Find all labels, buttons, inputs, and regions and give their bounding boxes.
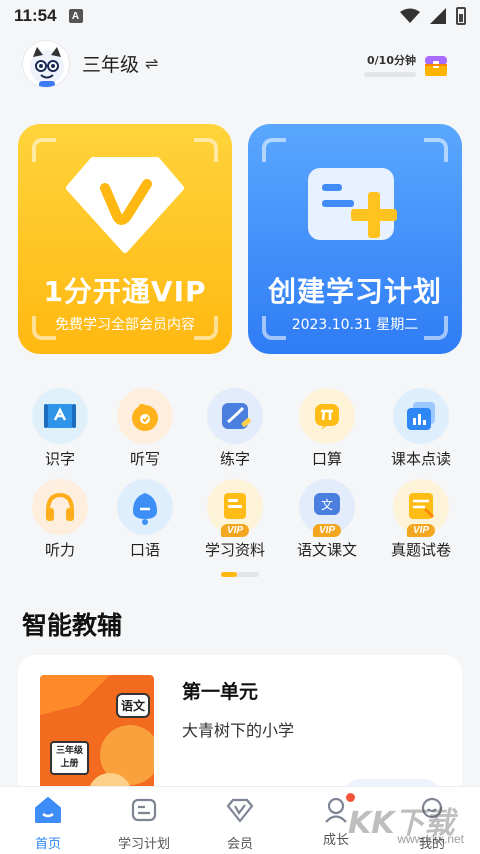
book-grade-line: 上册 xyxy=(60,759,79,769)
page-indicator-active xyxy=(221,572,237,577)
vip-badge: VIP xyxy=(312,524,342,537)
exam-paper-icon: VIP xyxy=(393,479,449,537)
grade-label: 三年级 xyxy=(82,54,140,76)
vip-badge: VIP xyxy=(220,524,250,537)
literacy-icon xyxy=(32,388,88,444)
textbook-reading-icon xyxy=(393,388,449,444)
feature-label: 语文课文 xyxy=(296,541,357,559)
watermark-url: www.kkx.net xyxy=(397,832,464,846)
notification-badge-icon: A xyxy=(68,9,83,23)
feature-row-1: 识字 听写 练字 口算 课本点读 xyxy=(0,388,480,478)
create-plan-card[interactable]: 创建学习计划 2023.10.31 星期二 xyxy=(248,124,462,354)
wifi-icon xyxy=(400,8,420,23)
tab-study-plan[interactable]: 学习计划 xyxy=(96,795,192,852)
status-bar: 11:54 A xyxy=(0,0,480,32)
timer-progress xyxy=(364,72,416,77)
battery-icon xyxy=(456,7,466,25)
feature-row-2: 听力 口语 VIP 学习资料 文 VIP 语文课文 VIP 真题试卷 xyxy=(0,479,480,569)
frame-corner xyxy=(32,138,56,162)
study-timer[interactable]: 0/10分钟 xyxy=(364,52,416,77)
section-title: 智能教辅 xyxy=(22,611,123,640)
vip-badge: VIP xyxy=(406,524,436,537)
speaking-icon xyxy=(117,479,173,535)
study-materials-icon: VIP xyxy=(207,479,263,537)
grade-selector[interactable]: 三年级 ⇌ xyxy=(82,50,158,77)
vip-promo-card[interactable]: 1分开通VIP 免费学习全部会员内容 xyxy=(18,124,232,354)
status-time: 11:54 xyxy=(14,6,57,25)
feature-handwriting[interactable]: 练字 xyxy=(189,388,281,469)
swap-icon: ⇌ xyxy=(145,54,159,73)
vip-icon xyxy=(226,798,254,823)
lesson-unit-title: 第一单元 xyxy=(182,681,259,703)
tab-home[interactable]: 首页 xyxy=(0,795,96,852)
mental-math-icon xyxy=(299,388,355,444)
study-plan-icon xyxy=(131,798,157,822)
tab-label: 学习计划 xyxy=(117,837,170,852)
lesson-card[interactable]: 语文 三年级 上册 第一单元 大青树下的小学 xyxy=(18,655,462,805)
growth-icon xyxy=(321,793,355,825)
feature-label: 真题试卷 xyxy=(390,541,451,559)
book-subject-tag: 语文 xyxy=(116,693,151,718)
vip-card-title: 1分开通VIP xyxy=(43,275,207,308)
signal-icon xyxy=(430,8,446,24)
frame-corner xyxy=(262,138,286,162)
frame-corner xyxy=(424,138,448,162)
avatar[interactable] xyxy=(22,40,70,88)
add-plan-icon xyxy=(308,168,397,240)
plan-card-title: 创建学习计划 xyxy=(267,275,442,308)
feature-chinese-text[interactable]: 文 VIP 语文课文 xyxy=(281,479,373,560)
home-icon xyxy=(35,797,61,823)
feature-exam-paper[interactable]: VIP 真题试卷 xyxy=(375,479,467,560)
feature-mental-math[interactable]: 口算 xyxy=(281,388,373,469)
timer-label: 0/10分钟 xyxy=(367,54,416,67)
feature-label: 学习资料 xyxy=(204,541,265,559)
feature-study-materials[interactable]: VIP 学习资料 xyxy=(189,479,281,560)
grid-page-indicator xyxy=(221,572,259,577)
feature-label: 识字 xyxy=(44,450,75,468)
vip-card-subtitle: 免费学习全部会员内容 xyxy=(55,317,195,333)
book-grade: 三年级 上册 xyxy=(50,741,90,775)
diamond-vip-icon xyxy=(66,157,184,253)
feature-speaking[interactable]: 口语 xyxy=(99,479,191,560)
handwriting-icon xyxy=(207,388,263,444)
home-header: 三年级 ⇌ 0/10分钟 xyxy=(0,36,480,92)
tab-label: 会员 xyxy=(226,837,253,852)
feature-label: 口语 xyxy=(129,541,160,559)
feature-label: 听力 xyxy=(44,541,75,559)
tab-label: 首页 xyxy=(34,837,61,852)
svg-text:文: 文 xyxy=(321,497,333,512)
feature-label: 听写 xyxy=(129,450,160,468)
feature-label: 课本点读 xyxy=(390,450,451,468)
feature-label: 练字 xyxy=(219,450,250,468)
headphones-icon xyxy=(32,479,88,535)
plan-card-date: 2023.10.31 星期二 xyxy=(291,317,419,333)
book-grade-line: 三年级 xyxy=(56,746,84,756)
frame-corner xyxy=(194,138,218,162)
feature-literacy[interactable]: 识字 xyxy=(14,388,106,469)
chinese-text-icon: 文 VIP xyxy=(299,479,355,537)
tab-vip[interactable]: 会员 xyxy=(192,795,288,852)
feature-label: 口算 xyxy=(311,450,342,468)
lesson-subtitle: 大青树下的小学 xyxy=(182,721,295,740)
treasure-chest-icon[interactable] xyxy=(422,50,450,78)
feature-dictation[interactable]: 听写 xyxy=(99,388,191,469)
dictation-icon xyxy=(117,388,173,444)
feature-listening[interactable]: 听力 xyxy=(14,479,106,560)
watermark: KK下载 www.kkx.net xyxy=(348,798,468,848)
feature-textbook-reading[interactable]: 课本点读 xyxy=(375,388,467,469)
